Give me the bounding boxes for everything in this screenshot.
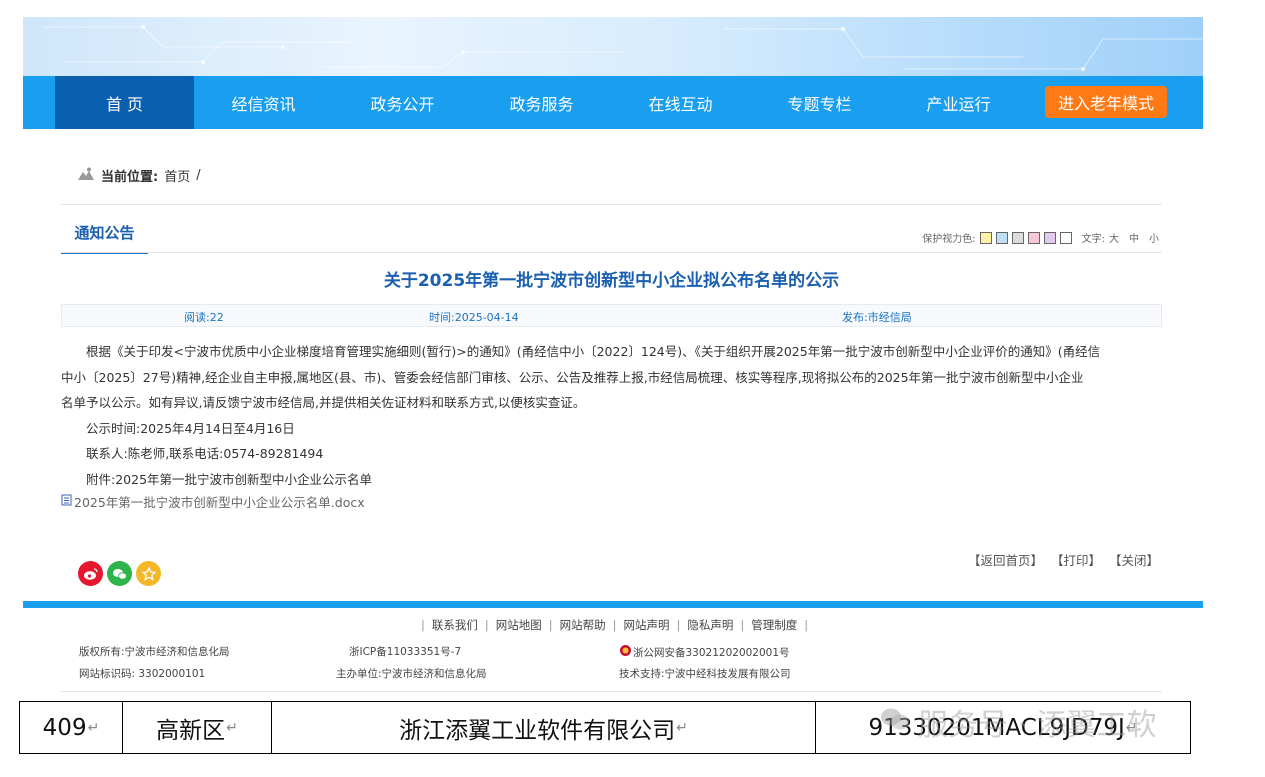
footer-link-help[interactable]: 网站帮助 xyxy=(560,617,606,633)
nav-topics[interactable]: 专题专栏 xyxy=(750,76,889,129)
footer-link-sitemap[interactable]: 网站地图 xyxy=(496,617,542,633)
cell-district-text: 高新区 xyxy=(156,717,226,744)
nav-news[interactable]: 经信资讯 xyxy=(194,76,333,129)
footer-link-rules[interactable]: 管理制度 xyxy=(751,617,797,633)
footer-tech-support: 技术支持:宁波中经科技发展有限公司 xyxy=(619,668,791,680)
body-para1-line3: 名单予以公示。如有异议,请反馈宁波市经信局,并提供相关佐证材料和联系方式,以便核… xyxy=(61,395,586,410)
font-size-small[interactable]: 小 xyxy=(1149,230,1159,245)
body-para1-line2: 中小〔2025〕27号)精神,经企业自主申报,属地区(县、市)、管委会经信部门审… xyxy=(61,369,1084,385)
body-period: 公示时间:2025年4月14日至4月16日 xyxy=(86,420,295,436)
doc-file-icon xyxy=(61,494,72,509)
watermark-logo-icon xyxy=(880,705,910,740)
cell-district: 高新区 ↵ xyxy=(123,702,272,753)
elder-mode-button[interactable]: 进入老年模式 xyxy=(1045,86,1167,118)
article-body: 根据《关于印发<宁波市优质中小企业梯度培育管理实施细则(暂行)>的通知》(甬经信… xyxy=(61,339,1161,492)
weibo-icon[interactable] xyxy=(78,561,103,586)
attachment-link[interactable]: 2025年第一批宁波市创新型中小企业公示名单.docx xyxy=(61,492,365,511)
nav-interaction[interactable]: 在线互动 xyxy=(611,76,750,129)
color-swatch-yellow[interactable] xyxy=(979,231,992,244)
print-link[interactable]: 【打印】 xyxy=(1051,550,1101,569)
police-record-text[interactable]: 浙公网安备33021202002001号 xyxy=(633,645,790,660)
return-mark-icon: ↵ xyxy=(226,719,238,736)
breadcrumb: 当前位置: 首页 / xyxy=(77,166,201,185)
cell-no: 409 ↵ xyxy=(20,702,123,753)
footer-links: | 联系我们 | 网站地图 | 网站帮助 | 网站声明 | 隐私声明 | 管理制… xyxy=(421,617,809,633)
body-para1-line1: 根据《关于印发<宁波市优质中小企业梯度培育管理实施细则(暂行)>的通知》(甬经信… xyxy=(86,344,1101,359)
footer-icp[interactable]: 浙ICP备11033351号-7 xyxy=(349,644,461,659)
color-swatch-pink[interactable] xyxy=(1027,231,1040,244)
header-banner xyxy=(23,17,1203,76)
footer-site-id: 网站标识码: 3302000101 xyxy=(79,668,206,680)
share-bar xyxy=(78,561,161,586)
favorite-star-icon[interactable] xyxy=(136,561,161,586)
close-link[interactable]: 【关闭】 xyxy=(1109,550,1159,569)
footer-link-statement[interactable]: 网站声明 xyxy=(624,617,670,633)
back-home-link[interactable]: 【返回首页】 xyxy=(968,550,1043,569)
nav-gov-service[interactable]: 政务服务 xyxy=(472,76,611,129)
reading-tools: 保护视力色: 文字: 大 中 小 xyxy=(922,230,1159,245)
attachment-filename[interactable]: 2025年第一批宁波市创新型中小企业公示名单.docx xyxy=(74,492,365,511)
footer-copyright: 版权所有:宁波市经济和信息化局 xyxy=(79,646,230,658)
cell-no-text: 409 xyxy=(42,714,87,741)
font-size-label: 文字: xyxy=(1081,234,1105,245)
read-count: 阅读:22 xyxy=(184,311,224,324)
cell-company: 浙江添翼工业软件有限公司 ↵ xyxy=(272,702,816,753)
divider xyxy=(61,204,1162,205)
color-swatch-gray[interactable] xyxy=(1011,231,1024,244)
article-actions: 【返回首页】 【打印】 【关闭】 xyxy=(968,550,1159,569)
location-icon xyxy=(77,167,95,185)
color-swatch-blue[interactable] xyxy=(995,231,1008,244)
eye-color-label: 保护视力色: xyxy=(922,234,976,245)
divider xyxy=(61,252,1162,253)
breadcrumb-label: 当前位置: xyxy=(101,170,159,185)
body-attachment-label: 附件:2025年第一批宁波市创新型中小企业公示名单 xyxy=(86,471,373,487)
breadcrumb-sep: / xyxy=(196,168,201,183)
police-badge-icon xyxy=(619,644,632,660)
body-contact: 联系人:陈老师,联系电话:0574-89281494 xyxy=(86,446,324,461)
footer-link-privacy[interactable]: 隐私声明 xyxy=(687,617,733,633)
watermark-text: 服务号 · 添翼工软 xyxy=(918,708,1157,743)
wechat-icon[interactable] xyxy=(107,561,132,586)
publisher: 发布:市经信局 xyxy=(842,311,912,324)
footer-link-contact[interactable]: 联系我们 xyxy=(432,617,478,633)
color-swatch-white[interactable] xyxy=(1059,231,1072,244)
publish-time: 时间:2025-04-14 xyxy=(429,311,519,324)
footer-police-record[interactable]: 浙公网安备33021202002001号 xyxy=(619,644,790,660)
main-nav: 首 页 经信资讯 政务公开 政务服务 在线互动 专题专栏 产业运行 进入老年模式 xyxy=(23,76,1203,129)
color-swatch-purple[interactable] xyxy=(1043,231,1056,244)
font-size-medium[interactable]: 中 xyxy=(1129,230,1139,245)
nav-gov-open[interactable]: 政务公开 xyxy=(333,76,472,129)
divider xyxy=(61,691,1162,692)
article-title: 关于2025年第一批宁波市创新型中小企业拟公布名单的公示 xyxy=(383,271,840,291)
footer-sponsor: 主办单位:宁波市经济和信息化局 xyxy=(336,668,487,680)
section-tab-notices[interactable]: 通知公告 xyxy=(61,222,148,254)
banner-decoration xyxy=(43,25,1203,71)
cell-company-text: 浙江添翼工业软件有限公司 xyxy=(399,717,676,744)
nav-home[interactable]: 首 页 xyxy=(55,76,194,129)
font-size-large[interactable]: 大 xyxy=(1109,230,1119,245)
article-meta: 阅读:22 时间:2025-04-14 发布:市经信局 xyxy=(61,304,1162,327)
return-mark-icon: ↵ xyxy=(87,719,100,736)
nav-industry[interactable]: 产业运行 xyxy=(889,76,1028,129)
breadcrumb-home[interactable]: 首页 xyxy=(164,166,190,185)
return-mark-icon: ↵ xyxy=(676,719,688,736)
footer-bar xyxy=(23,601,1203,608)
watermark: 服务号 · 添翼工软 xyxy=(880,700,1157,744)
